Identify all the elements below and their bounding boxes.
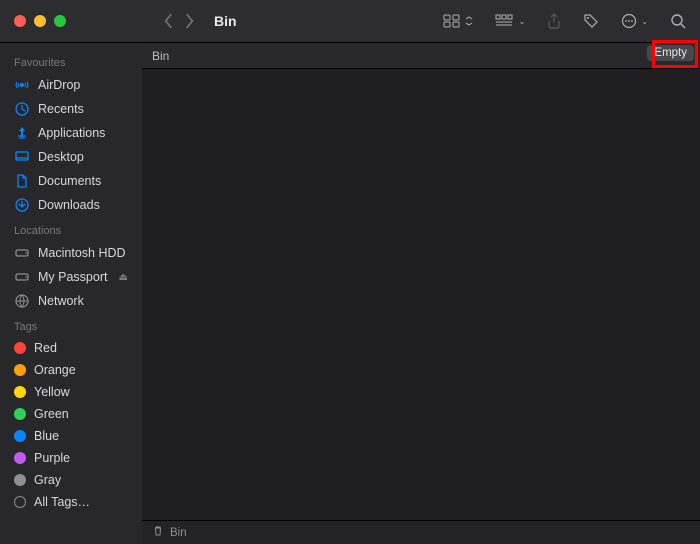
close-button[interactable]: [14, 15, 26, 27]
sidebar-item-label: Macintosh HDD: [38, 246, 126, 260]
trash-icon: [152, 525, 164, 540]
window-body: Favourites AirDrop Recents Applications …: [0, 43, 700, 544]
section-header-locations: Locations: [0, 217, 142, 241]
column-header-name[interactable]: Bin: [152, 49, 169, 63]
path-segment: Bin: [170, 527, 187, 539]
sidebar-tag-blue[interactable]: Blue: [0, 425, 142, 447]
window-title: Bin: [214, 13, 237, 29]
sidebar-item-label: Yellow: [34, 385, 70, 399]
all-tags-icon: [14, 496, 26, 508]
sidebar-item-label: Orange: [34, 363, 76, 377]
sidebar-item-label: Applications: [38, 126, 105, 140]
finder-window: Bin ⌄ ⌄: [0, 0, 700, 544]
sidebar-item-label: Gray: [34, 473, 61, 487]
sidebar-tag-green[interactable]: Green: [0, 403, 142, 425]
sidebar-item-applications[interactable]: Applications: [0, 121, 142, 145]
sidebar-item-label: Red: [34, 341, 57, 355]
applications-icon: [14, 125, 30, 141]
section-header-favourites: Favourites: [0, 49, 142, 73]
sidebar-item-my-passport[interactable]: My Passport ⏏: [0, 265, 142, 289]
sidebar-item-label: All Tags…: [34, 495, 90, 509]
sidebar-tag-purple[interactable]: Purple: [0, 447, 142, 469]
sidebar-item-downloads[interactable]: Downloads: [0, 193, 142, 217]
sidebar-item-macintosh-hdd[interactable]: Macintosh HDD: [0, 241, 142, 265]
tags-button[interactable]: [583, 13, 599, 29]
toolbar: ⌄ ⌄: [443, 13, 686, 29]
tag-dot-icon: [14, 386, 26, 398]
sidebar-tag-red[interactable]: Red: [0, 337, 142, 359]
clock-icon: [14, 101, 30, 117]
main-pane: Bin Empty Bin: [142, 43, 700, 544]
group-button[interactable]: ⌄: [495, 14, 526, 28]
sidebar-item-network[interactable]: Network: [0, 289, 142, 313]
action-menu-button[interactable]: ⌄: [621, 13, 648, 29]
sidebar-item-documents[interactable]: Documents: [0, 169, 142, 193]
sidebar-item-label: Recents: [38, 102, 84, 116]
chevron-down-icon: ⌄: [641, 17, 648, 26]
sidebar-item-label: Downloads: [38, 198, 100, 212]
titlebar: Bin ⌄ ⌄: [0, 0, 700, 42]
hdd-icon: [14, 245, 30, 261]
sidebar-tag-all[interactable]: All Tags…: [0, 491, 142, 513]
eject-icon[interactable]: ⏏: [119, 272, 128, 283]
empty-trash-button[interactable]: Empty: [647, 45, 694, 61]
sidebar-item-label: Purple: [34, 451, 70, 465]
sidebar: Favourites AirDrop Recents Applications …: [0, 43, 142, 544]
tag-dot-icon: [14, 474, 26, 486]
sidebar-item-label: AirDrop: [38, 78, 80, 92]
airdrop-icon: [14, 77, 30, 93]
file-list-area[interactable]: [142, 69, 700, 520]
sidebar-tag-orange[interactable]: Orange: [0, 359, 142, 381]
back-button[interactable]: [162, 12, 176, 30]
sidebar-item-label: Green: [34, 407, 69, 421]
column-header-bar: Bin Empty: [142, 43, 700, 69]
tag-dot-icon: [14, 364, 26, 376]
share-button[interactable]: [547, 13, 561, 29]
chevron-down-icon: ⌄: [519, 17, 526, 26]
downloads-icon: [14, 197, 30, 213]
section-header-tags: Tags: [0, 313, 142, 337]
sidebar-item-desktop[interactable]: Desktop: [0, 145, 142, 169]
sidebar-item-label: My Passport: [38, 270, 107, 284]
tag-dot-icon: [14, 342, 26, 354]
network-icon: [14, 293, 30, 309]
sidebar-tag-grey[interactable]: Gray: [0, 469, 142, 491]
sidebar-item-recents[interactable]: Recents: [0, 97, 142, 121]
sidebar-item-label: Documents: [38, 174, 101, 188]
sidebar-tag-yellow[interactable]: Yellow: [0, 381, 142, 403]
search-button[interactable]: [670, 13, 686, 29]
sidebar-item-label: Desktop: [38, 150, 84, 164]
external-drive-icon: [14, 269, 30, 285]
nav-buttons: [162, 12, 196, 30]
forward-button[interactable]: [182, 12, 196, 30]
desktop-icon: [14, 149, 30, 165]
sidebar-item-label: Network: [38, 294, 84, 308]
sidebar-item-airdrop[interactable]: AirDrop: [0, 73, 142, 97]
traffic-lights: [0, 15, 142, 27]
document-icon: [14, 173, 30, 189]
tag-dot-icon: [14, 452, 26, 464]
tag-dot-icon: [14, 408, 26, 420]
view-mode-button[interactable]: [443, 14, 473, 28]
path-bar[interactable]: Bin: [142, 520, 700, 544]
tag-dot-icon: [14, 430, 26, 442]
maximize-button[interactable]: [54, 15, 66, 27]
minimize-button[interactable]: [34, 15, 46, 27]
sidebar-item-label: Blue: [34, 429, 59, 443]
